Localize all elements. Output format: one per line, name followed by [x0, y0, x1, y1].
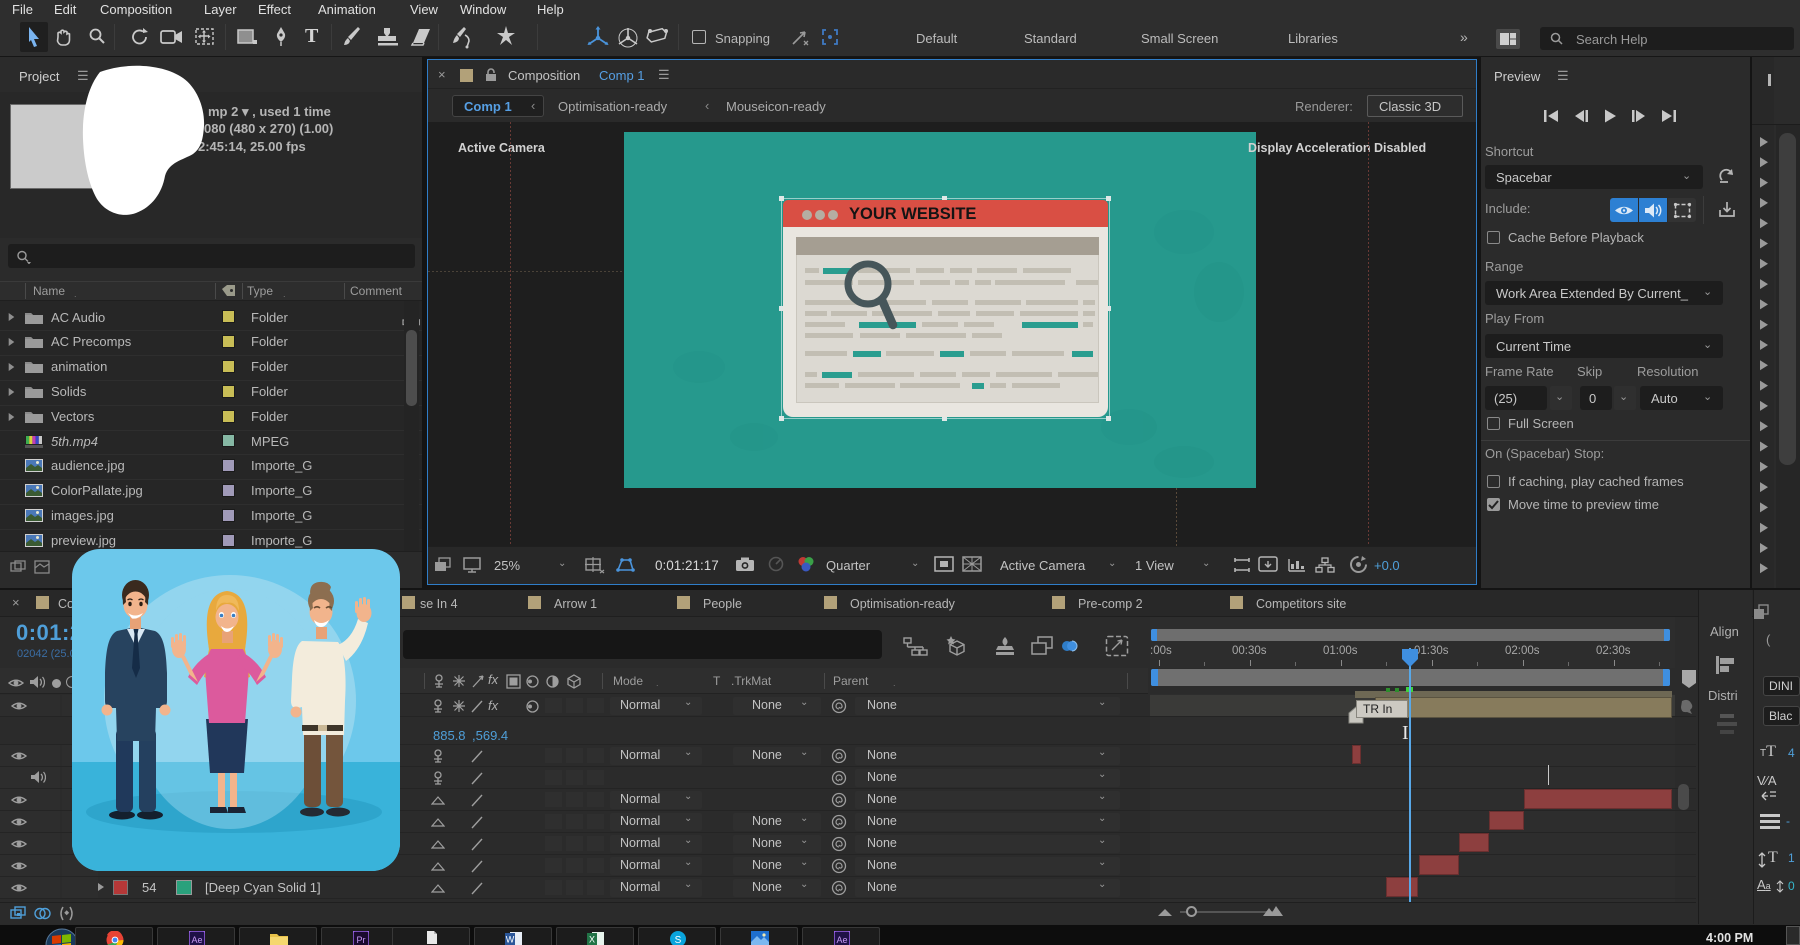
svg-text:W: W [506, 935, 515, 945]
svg-text:X: X [589, 935, 595, 945]
svg-text:Ae: Ae [191, 935, 202, 945]
svg-text:Pr: Pr [357, 935, 366, 945]
svg-text:S: S [675, 935, 682, 945]
svg-text:Ae: Ae [836, 935, 847, 945]
